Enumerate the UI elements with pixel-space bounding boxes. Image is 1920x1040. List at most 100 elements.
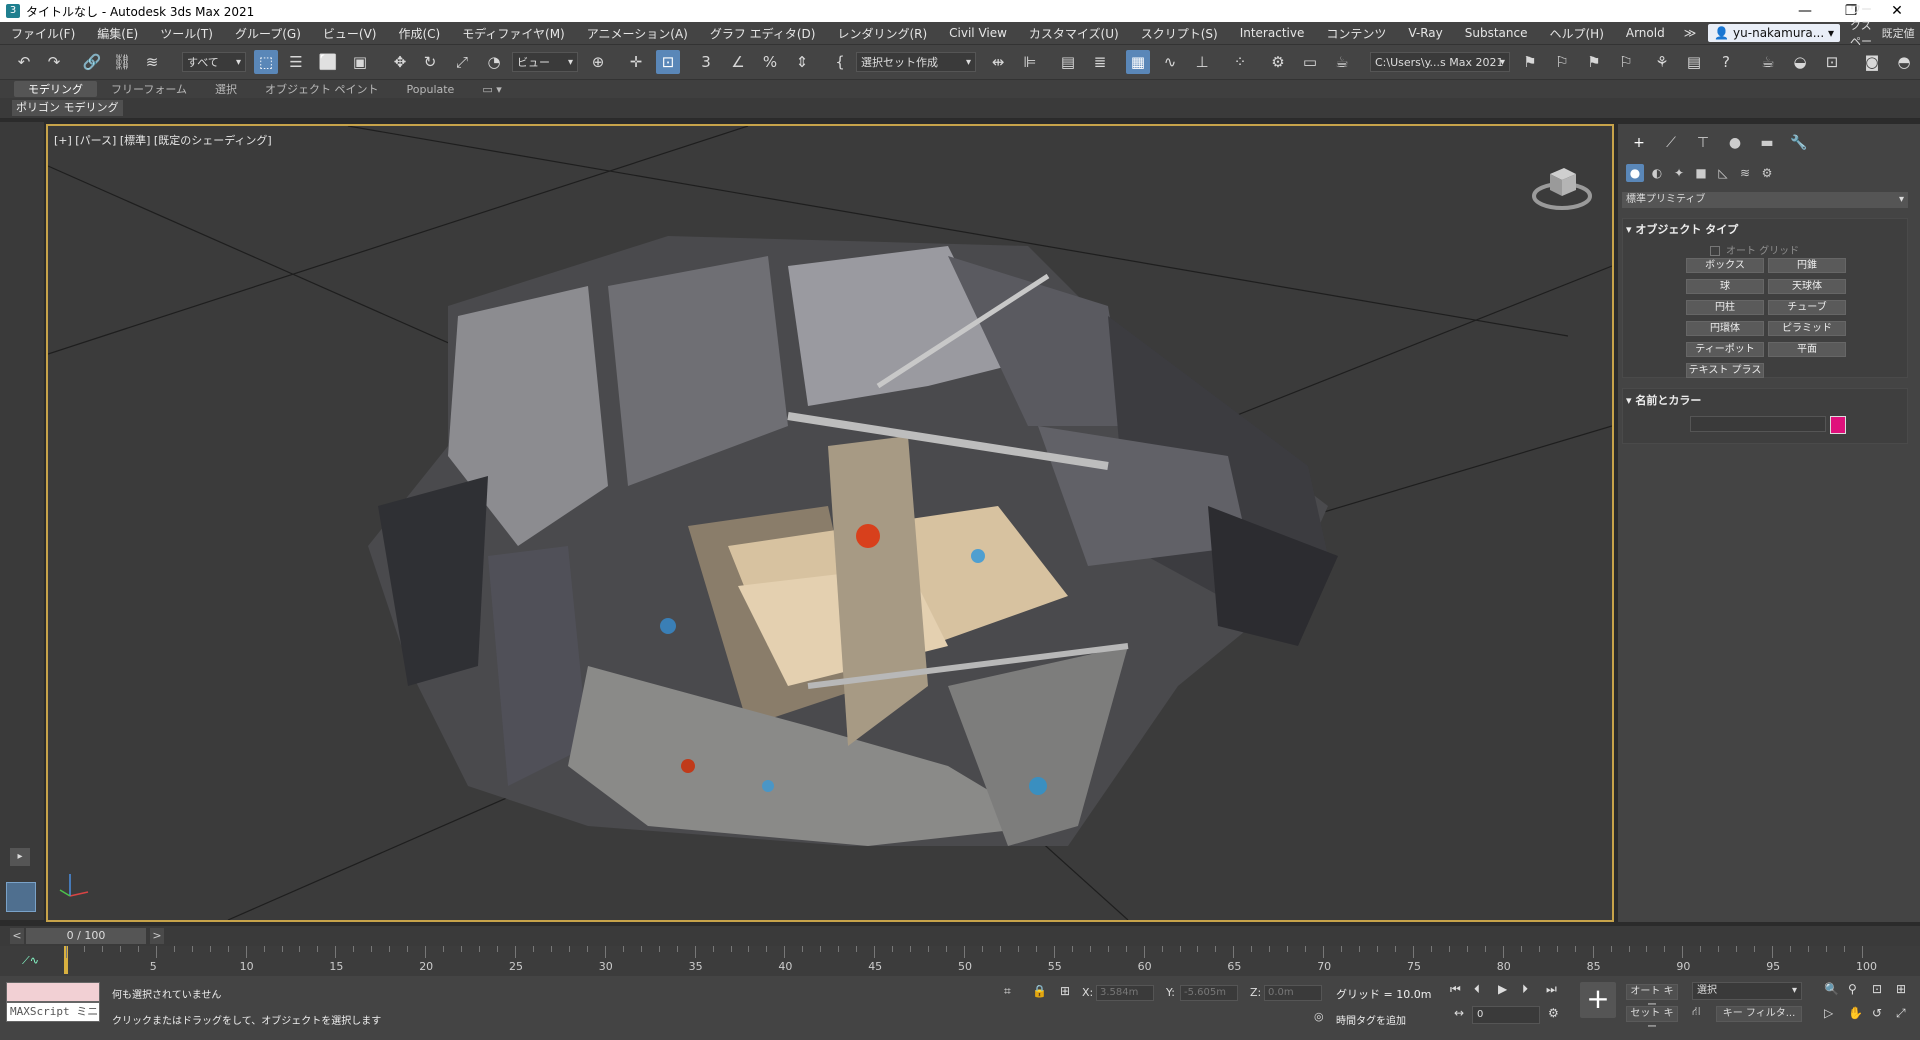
create-project-alt-icon[interactable]: ⚐ <box>1614 50 1638 74</box>
keyboard-shortcut-toggle-icon[interactable]: ⊡ <box>656 50 680 74</box>
shapes-icon[interactable]: ◐ <box>1648 164 1666 182</box>
help-icon[interactable]: ? <box>1714 50 1738 74</box>
lights-icon[interactable]: ✦ <box>1670 164 1688 182</box>
display-tab-icon[interactable]: ▬ <box>1754 132 1780 154</box>
redo-icon[interactable]: ↷ <box>42 50 66 74</box>
time-configuration-icon[interactable]: ⚙ <box>1548 1006 1559 1020</box>
isolate-selection-icon[interactable]: ⌗ <box>1004 984 1011 999</box>
expand-layouts-icon[interactable]: ▸ <box>10 848 30 866</box>
cameras-icon[interactable]: ■ <box>1692 164 1710 182</box>
text-plus-button[interactable]: テキスト プラス <box>1686 363 1764 378</box>
pan-icon[interactable]: ✋ <box>1848 1006 1863 1020</box>
layer-explorer-icon[interactable]: ≣ <box>1088 50 1112 74</box>
named-selection-dropdown[interactable]: 選択セット作成 <box>856 52 976 73</box>
maxscript-listener-output[interactable] <box>6 982 100 1002</box>
render-frame-icon[interactable]: ▭ <box>1298 50 1322 74</box>
menu-interactive[interactable]: Interactive <box>1229 26 1316 40</box>
tube-button[interactable]: チューブ <box>1768 300 1846 315</box>
create-tab-icon[interactable]: + <box>1626 132 1652 154</box>
rect-selection-icon[interactable]: ⬜ <box>316 50 340 74</box>
box-button[interactable]: ボックス <box>1686 258 1764 273</box>
systems-icon[interactable]: ⚙ <box>1758 164 1776 182</box>
close-icon[interactable]: ✕ <box>1874 0 1920 22</box>
curve-editor-mini-icon[interactable]: ⟋∿ <box>22 954 39 968</box>
move-icon[interactable]: ✥ <box>388 50 412 74</box>
object-color-swatch[interactable] <box>1830 416 1846 434</box>
select-by-name-icon[interactable]: ☰ <box>284 50 308 74</box>
set-key-button[interactable]: セット キー <box>1626 1006 1678 1033</box>
tab-modeling[interactable]: モデリング <box>14 81 97 97</box>
menu-customize[interactable]: カスタマイズ(U) <box>1018 25 1130 42</box>
scale-icon[interactable]: ⤢ <box>450 50 474 74</box>
menu-file[interactable]: ファイル(F) <box>0 25 86 42</box>
arnold-icon[interactable]: ◒ <box>1788 50 1812 74</box>
motion-tab-icon[interactable]: ● <box>1722 132 1748 154</box>
utilities-tab-icon[interactable]: 🔧 <box>1786 132 1812 154</box>
render-setup-icon[interactable]: ⚙ <box>1266 50 1290 74</box>
teapot-button[interactable]: ティーポット <box>1686 342 1764 357</box>
bind-space-warp-icon[interactable]: ≋ <box>140 50 164 74</box>
maximize-viewport-icon[interactable]: ⤢ <box>1896 1006 1906 1021</box>
tab-selection[interactable]: 選択 <box>201 81 251 97</box>
name-color-title[interactable]: 名前とカラー <box>1626 392 1701 408</box>
selection-filter-dropdown[interactable]: すべて <box>182 52 246 73</box>
schematic-view-icon[interactable]: ⊥ <box>1190 50 1214 74</box>
time-slider-thumb[interactable]: 0 / 100 <box>26 928 146 944</box>
create-project-icon[interactable]: ⚑ <box>1582 50 1606 74</box>
community-icon[interactable]: ⚘ <box>1650 50 1674 74</box>
select-object-icon[interactable]: ⬚ <box>254 50 278 74</box>
material-editor-icon[interactable]: ⁘ <box>1228 50 1252 74</box>
menu-civil-view[interactable]: Civil View <box>938 26 1018 40</box>
pyramid-button[interactable]: ピラミッド <box>1768 321 1846 336</box>
edit-named-selection-icon[interactable]: { <box>828 50 852 74</box>
torus-button[interactable]: 円環体 <box>1686 321 1764 336</box>
workspace-dropdown[interactable]: 既定値 <box>1882 25 1920 41</box>
absolute-mode-icon[interactable]: ⊞ <box>1060 984 1070 998</box>
tab-freeform[interactable]: フリーフォーム <box>97 81 201 97</box>
user-account-button[interactable]: 👤 yu-nakamura... ▾ <box>1708 24 1841 42</box>
maxscript-mini-listener[interactable]: MAXScript ミニ <box>6 1002 100 1022</box>
link-icon[interactable]: 🔗 <box>80 50 104 74</box>
placement-icon[interactable]: ◔ <box>482 50 506 74</box>
spinner-snap-icon[interactable]: ⇕ <box>790 50 814 74</box>
unlink-icon[interactable]: ⛓ <box>110 50 134 74</box>
vray-frame-icon[interactable]: ◙ <box>1860 50 1884 74</box>
scene-explorer-icon[interactable]: ▤ <box>1056 50 1080 74</box>
menu-animation[interactable]: アニメーション(A) <box>576 25 699 42</box>
go-to-end-icon[interactable]: ⏭ <box>1546 982 1557 997</box>
time-tag-icon[interactable]: ◎ <box>1314 1010 1324 1023</box>
menu-edit[interactable]: 編集(E) <box>86 25 149 42</box>
viewport-layout-thumbnail[interactable] <box>6 882 36 912</box>
window-crossing-icon[interactable]: ▣ <box>348 50 372 74</box>
undo-icon[interactable]: ↶ <box>12 50 36 74</box>
viewcube-icon[interactable] <box>1530 156 1594 220</box>
cylinder-button[interactable]: 円柱 <box>1686 300 1764 315</box>
project-path-dropdown[interactable]: C:\Users\y...s Max 2021 <box>1370 52 1510 73</box>
plane-button[interactable]: 平面 <box>1768 342 1846 357</box>
auto-key-button[interactable]: オート キー <box>1626 984 1678 1011</box>
play-icon[interactable]: ▶ <box>1498 982 1507 996</box>
mirror-icon[interactable]: ⇹ <box>986 50 1010 74</box>
curve-editor-icon[interactable]: ∿ <box>1158 50 1182 74</box>
angle-snap-icon[interactable]: ∠ <box>726 50 750 74</box>
ribbon-toggle-icon[interactable]: ▦ <box>1126 50 1150 74</box>
menu-graph-editors[interactable]: グラフ エディタ(D) <box>699 25 827 42</box>
reference-list-icon[interactable]: ▤ <box>1682 50 1706 74</box>
x-coordinate-field[interactable]: 3.584m <box>1096 985 1154 1001</box>
object-name-field[interactable] <box>1690 416 1826 432</box>
menu-arnold[interactable]: Arnold <box>1615 26 1676 40</box>
menu-content[interactable]: コンテンツ <box>1315 25 1397 42</box>
menu-create[interactable]: 作成(C) <box>387 25 451 42</box>
object-type-title[interactable]: オブジェクト タイプ <box>1626 221 1738 237</box>
pivot-center-icon[interactable]: ⊕ <box>586 50 610 74</box>
teapot-icon[interactable]: ☕ <box>1756 50 1780 74</box>
y-coordinate-field[interactable]: -5.605m <box>1180 985 1238 1001</box>
go-to-start-icon[interactable]: ⏮ <box>1450 982 1461 997</box>
set-keys-icon[interactable]: + <box>1580 982 1616 1018</box>
menu-tools[interactable]: ツール(T) <box>149 25 224 42</box>
ref-coord-dropdown[interactable]: ビュー <box>512 52 578 73</box>
next-frame-button[interactable]: > <box>150 928 164 944</box>
auto-grid-checkbox[interactable]: オート グリッド <box>1710 242 1799 257</box>
next-frame-icon[interactable]: ⏵ <box>1522 982 1528 997</box>
perspective-viewport[interactable]: [+] [パース] [標準] [既定のシェーディング] <box>46 124 1614 922</box>
